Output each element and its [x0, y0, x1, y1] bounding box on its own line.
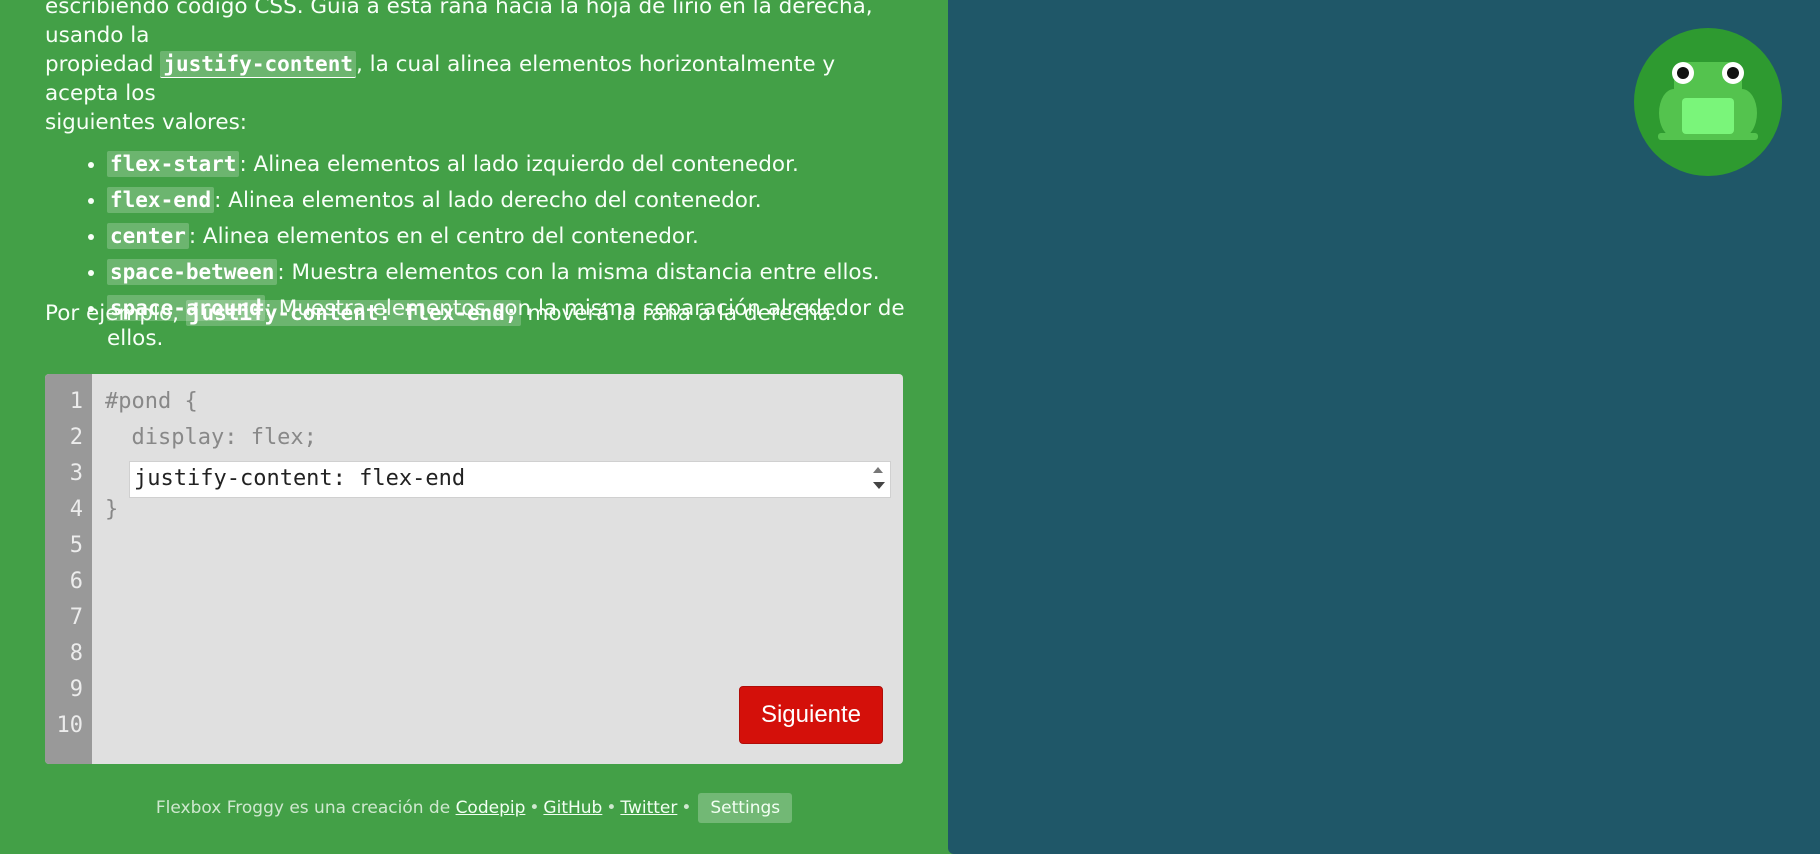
- codepip-link[interactable]: Codepip: [456, 798, 526, 818]
- value-desc: : Muestra elementos con la misma distanc…: [277, 260, 880, 285]
- separator-dot: •: [606, 798, 617, 818]
- property-code: justify-content: [160, 51, 356, 78]
- footer-credit: Flexbox Froggy es una creación de: [155, 798, 456, 818]
- css-input[interactable]: [130, 462, 864, 495]
- line-number: 2: [69, 425, 83, 450]
- twitter-link[interactable]: Twitter: [620, 798, 677, 818]
- instructions-line-3: siguientes valores:: [45, 110, 248, 135]
- example-code: justify-content: flex-end;: [185, 300, 521, 326]
- line-number: 1: [69, 389, 83, 414]
- sidebar: escribiendo código CSS. Guía a esta rana…: [0, 0, 948, 854]
- line-number: 9: [69, 677, 83, 702]
- list-item: space-between: Muestra elementos con la …: [107, 257, 915, 288]
- line-number: 5: [69, 533, 83, 558]
- line-number: 4: [69, 497, 83, 522]
- code-line-2: display: flex;: [105, 425, 317, 450]
- resize-arrows-icon[interactable]: [868, 464, 888, 494]
- line-number: 3: [69, 461, 83, 486]
- line-number-gutter: 1 2 3 4 5 6 7 8 9 10: [45, 374, 92, 764]
- line-number: 6: [69, 569, 83, 594]
- value-desc: : Alinea elementos en el centro del cont…: [188, 224, 699, 249]
- value-desc: : Alinea elementos al lado derecho del c…: [214, 188, 762, 213]
- example-prefix: Por ejemplo,: [45, 301, 186, 326]
- arrow-up-icon: [873, 467, 883, 473]
- line-number: 10: [56, 713, 84, 738]
- value-code: flex-start: [107, 151, 240, 177]
- code-line-1: #pond {: [105, 389, 198, 414]
- next-button[interactable]: Siguiente: [739, 686, 883, 744]
- value-code: space-between: [107, 259, 278, 285]
- line-number: 7: [69, 605, 83, 630]
- separator-dot: •: [681, 798, 692, 818]
- example-suffix: moverá la rana a la derecha.: [520, 301, 838, 326]
- lilypad-icon: [1634, 28, 1782, 176]
- settings-button[interactable]: Settings: [698, 793, 793, 823]
- arrow-down-icon: [873, 482, 885, 489]
- frog-icon: [1658, 62, 1758, 140]
- code-lines: #pond { display: flex; }: [105, 384, 317, 528]
- github-link[interactable]: GitHub: [543, 798, 602, 818]
- instructions-line-2: propiedad justify-content, la cual aline…: [45, 50, 915, 108]
- code-editor: 1 2 3 4 5 6 7 8 9 10 #pond { display: fl…: [45, 374, 903, 764]
- list-item: flex-start: Alinea elementos al lado izq…: [107, 149, 915, 180]
- line-number: 8: [69, 641, 83, 666]
- example-text: Por ejemplo, justify-content: flex-end; …: [45, 300, 838, 326]
- css-input-wrapper: [129, 461, 891, 498]
- list-item: flex-end: Alinea elementos al lado derec…: [107, 185, 915, 216]
- separator-dot: •: [529, 798, 540, 818]
- prop-prefix: propiedad: [45, 52, 161, 77]
- value-code: flex-end: [107, 187, 215, 213]
- value-code: center: [107, 223, 189, 249]
- footer: Flexbox Froggy es una creación de Codepi…: [0, 793, 948, 823]
- instructions-line-1: escribiendo código CSS. Guía a esta rana…: [45, 0, 873, 48]
- list-item: center: Alinea elementos en el centro de…: [107, 221, 915, 252]
- value-desc: : Alinea elementos al lado izquierdo del…: [239, 152, 799, 177]
